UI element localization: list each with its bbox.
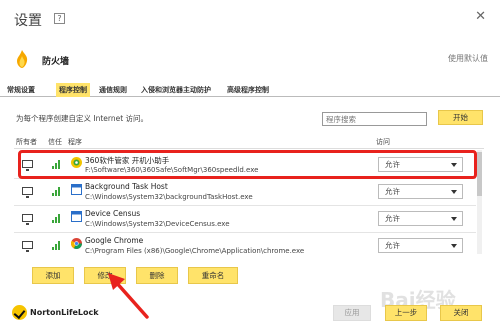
360-icon (71, 157, 82, 168)
tab-traffic-rules[interactable]: 通信规则 (96, 83, 130, 97)
chevron-down-icon (451, 163, 457, 167)
program-path: F:\Software\360\360Safe\SoftMgr\360speed… (85, 166, 259, 174)
list-scrollbar[interactable] (477, 150, 482, 254)
trust-level-icon (52, 214, 62, 223)
norton-check-icon (12, 305, 27, 320)
window-app-icon (71, 184, 82, 195)
use-defaults-link[interactable]: 使用默认值 (448, 53, 488, 64)
computer-icon (22, 241, 33, 252)
close-icon[interactable]: ✕ (475, 9, 486, 24)
program-search-input[interactable] (322, 112, 427, 126)
program-name: 360软件管家 开机小助手 (85, 156, 170, 165)
tab-general[interactable]: 常规设置 (4, 83, 38, 97)
access-select[interactable]: 允许 (378, 211, 463, 226)
computer-icon (22, 187, 33, 198)
settings-tabs: 常规设置 程序控制 通信规则 入侵和浏览器主动防护 高级程序控制 (0, 83, 500, 97)
close-button[interactable]: 关闭 (440, 305, 482, 321)
section-title: 防火墙 (42, 57, 70, 67)
program-row[interactable]: Device Census C:\Windows\System32\Device… (14, 206, 476, 233)
access-value: 允许 (385, 187, 400, 196)
program-row[interactable]: 360软件管家 开机小助手 F:\Software\360\360Safe\So… (14, 152, 476, 179)
brand-name: NortonLifeLock (30, 308, 99, 317)
column-program[interactable]: 程序 (68, 137, 82, 147)
chevron-down-icon (451, 190, 457, 194)
chevron-down-icon (451, 217, 457, 221)
tab-program-control[interactable]: 程序控制 (56, 83, 90, 97)
access-select[interactable]: 允许 (378, 238, 463, 253)
trust-level-icon (52, 241, 62, 250)
scrollbar-thumb[interactable] (477, 152, 482, 196)
computer-icon (22, 160, 33, 171)
rename-button[interactable]: 重命名 (188, 267, 238, 284)
tab-intrusion-prevention[interactable]: 入侵和浏览器主动防护 (138, 83, 214, 97)
back-button[interactable]: 上一步 (385, 305, 427, 321)
apply-button[interactable]: 应用 (333, 305, 371, 321)
program-path: C:\Program Files (x86)\Google\Chrome\App… (85, 247, 305, 255)
start-button[interactable]: 开始 (438, 110, 483, 125)
column-access[interactable]: 访问 (376, 137, 390, 147)
program-control-description: 为每个程序创建自定义 Internet 访问。 (16, 114, 149, 123)
computer-icon (22, 214, 33, 225)
access-value: 允许 (385, 214, 400, 223)
column-owner[interactable]: 所有者 (16, 137, 37, 147)
access-select[interactable]: 允许 (378, 157, 463, 172)
window-title: 设置 (14, 13, 42, 29)
program-name: Background Task Host (85, 182, 168, 191)
trust-level-icon (52, 160, 62, 169)
access-value: 允许 (385, 241, 400, 250)
help-icon[interactable]: ? (54, 13, 65, 24)
column-trust[interactable]: 信任 (48, 137, 62, 147)
add-button[interactable]: 添加 (32, 267, 74, 284)
program-row[interactable]: Background Task Host C:\Windows\System32… (14, 179, 476, 206)
firewall-icon (17, 50, 28, 68)
program-row[interactable]: Google Chrome C:\Program Files (x86)\Goo… (14, 233, 476, 256)
program-path: C:\Windows\System32\DeviceCensus.exe (85, 220, 230, 228)
access-select[interactable]: 允许 (378, 184, 463, 199)
program-name: Google Chrome (85, 236, 144, 245)
trust-level-icon (52, 187, 62, 196)
program-path: C:\Windows\System32\backgroundTaskHost.e… (85, 193, 253, 201)
tab-advanced-program-control[interactable]: 高级程序控制 (224, 83, 272, 97)
arrow-annotation-icon (108, 273, 149, 319)
title-bar: 设置 ? ✕ (0, 0, 500, 40)
program-name: Device Census (85, 209, 141, 218)
chrome-icon (71, 238, 82, 249)
window-app-icon (71, 211, 82, 222)
program-list: 360软件管家 开机小助手 F:\Software\360\360Safe\So… (14, 148, 484, 256)
chevron-down-icon (451, 244, 457, 248)
access-value: 允许 (385, 160, 400, 169)
